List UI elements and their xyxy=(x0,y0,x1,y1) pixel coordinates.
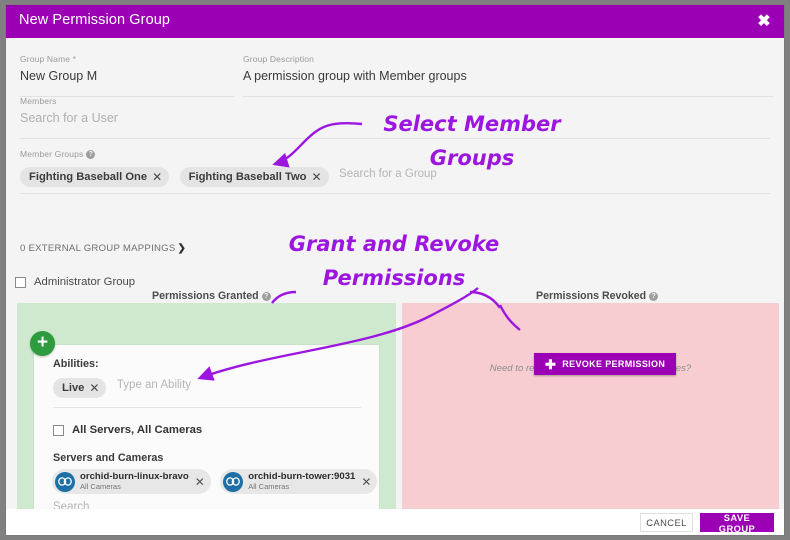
camera-server-icon xyxy=(55,471,75,492)
server-chip-name: orchid-burn-tower:9031 xyxy=(248,471,356,483)
administrator-group-checkbox[interactable] xyxy=(15,276,26,288)
question-mark-icon[interactable]: ? xyxy=(86,150,96,159)
group-description-label: Group Description xyxy=(243,54,315,64)
administrator-group-label: Administrator Group xyxy=(34,276,136,288)
all-servers-all-cameras-label: All Servers, All Cameras xyxy=(72,424,203,436)
administrator-group-row[interactable]: Administrator Group xyxy=(15,276,135,288)
servers-and-cameras-label: Servers and Cameras xyxy=(53,452,164,464)
server-chip-text: orchid-burn-tower:9031 All Cameras xyxy=(248,472,355,490)
revoke-permission-label: REVOKE PERMISSION xyxy=(562,359,666,369)
remove-chip-icon[interactable]: ✕ xyxy=(152,170,162,184)
abilities-label: Abilities: xyxy=(53,358,99,370)
members-field[interactable]: Members Search for a User xyxy=(20,96,770,125)
members-underline xyxy=(20,138,770,139)
camera-server-icon xyxy=(223,471,244,492)
members-label: Members xyxy=(20,96,57,106)
permissions-revoked-panel: Need to revoke access to cameras or feat… xyxy=(402,303,779,509)
server-chip[interactable]: orchid-burn-tower:9031 All Cameras ✕ xyxy=(220,469,378,494)
save-group-button[interactable]: SAVE GROUP xyxy=(700,512,774,534)
server-chip-text: orchid-burn-linux-bravo All Cameras xyxy=(80,472,189,490)
question-mark-icon[interactable]: ? xyxy=(649,292,659,301)
plus-icon: ✚ xyxy=(545,356,557,372)
server-chip-sub: All Cameras xyxy=(248,482,290,492)
close-icon[interactable]: ✖ xyxy=(754,13,774,31)
servers-chip-row: orchid-burn-linux-bravo All Cameras ✕ or… xyxy=(52,469,382,497)
all-servers-all-cameras-row[interactable]: All Servers, All Cameras xyxy=(53,424,202,436)
permissions-granted-heading: Permissions Granted? xyxy=(152,290,271,302)
member-group-chip-label: Fighting Baseball Two xyxy=(188,171,307,183)
remove-server-icon[interactable]: ✕ xyxy=(361,475,371,489)
ability-chip-label: Live xyxy=(62,382,85,394)
member-group-chip[interactable]: Fighting Baseball One ✕ xyxy=(20,167,170,187)
permission-card: Abilities: Live ✕ Type an Ability All Se… xyxy=(34,345,379,509)
remove-ability-icon[interactable]: ✕ xyxy=(89,381,99,395)
all-servers-all-cameras-checkbox[interactable] xyxy=(53,424,64,436)
abilities-chip-row: Live ✕ Type an Ability xyxy=(53,378,191,398)
dialog-footer: CANCEL SAVE GROUP xyxy=(6,509,784,535)
abilities-underline xyxy=(53,407,361,408)
server-chip-sub: All Cameras xyxy=(80,482,121,492)
member-groups-search-placeholder[interactable]: Search for a Group xyxy=(339,168,437,180)
group-name-field[interactable]: Group Name * New Group M xyxy=(20,54,235,83)
remove-chip-icon[interactable]: ✕ xyxy=(312,170,322,184)
permissions-granted-heading-text: Permissions Granted xyxy=(152,290,259,302)
chevron-right-icon: ❯ xyxy=(177,243,187,254)
servers-search-input[interactable]: Search xyxy=(53,501,89,509)
new-permission-group-dialog: New Permission Group ✖ Group Name * New … xyxy=(6,5,784,535)
external-group-mappings-label: 0 EXTERNAL GROUP MAPPINGS xyxy=(20,243,176,254)
ability-input-placeholder[interactable]: Type an Ability xyxy=(117,379,191,391)
dialog-title: New Permission Group xyxy=(19,12,171,28)
member-groups-chip-row: Fighting Baseball One ✕ Fighting Basebal… xyxy=(20,167,770,187)
member-groups-field: Member Groups? Fighting Baseball One ✕ F… xyxy=(20,149,770,187)
member-groups-underline xyxy=(20,193,770,194)
ability-chip[interactable]: Live ✕ xyxy=(53,378,107,398)
permissions-revoked-heading-text: Permissions Revoked xyxy=(536,290,647,302)
member-groups-label-text: Member Groups xyxy=(20,149,84,159)
external-group-mappings-toggle[interactable]: 0 EXTERNAL GROUP MAPPINGS ❯ xyxy=(20,243,186,254)
member-groups-label: Member Groups? xyxy=(20,149,770,159)
permissions-granted-panel: + Abilities: Live ✕ Type an Ability All … xyxy=(17,303,396,509)
plus-circle-icon[interactable]: + xyxy=(30,331,55,356)
group-name-value: New Group M xyxy=(20,69,98,83)
member-group-chip[interactable]: Fighting Baseball Two ✕ xyxy=(179,167,329,187)
question-mark-icon[interactable]: ? xyxy=(261,292,271,301)
cancel-button[interactable]: CANCEL xyxy=(640,513,693,532)
server-chip-name: orchid-burn-linux-bravo xyxy=(80,471,189,483)
revoke-permission-button[interactable]: ✚ REVOKE PERMISSION xyxy=(534,353,677,375)
dialog-titlebar: New Permission Group ✖ xyxy=(6,5,784,38)
screenshot-root: New Permission Group ✖ Group Name * New … xyxy=(0,0,790,540)
permissions-revoked-heading: Permissions Revoked? xyxy=(536,290,659,302)
member-group-chip-label: Fighting Baseball One xyxy=(29,171,148,183)
remove-server-icon[interactable]: ✕ xyxy=(195,475,205,489)
group-description-value: A permission group with Member groups xyxy=(243,69,467,83)
group-description-field[interactable]: Group Description A permission group wit… xyxy=(243,54,773,83)
members-input-placeholder[interactable]: Search for a User xyxy=(20,111,770,125)
group-name-label: Group Name * xyxy=(20,54,77,64)
server-chip[interactable]: orchid-burn-linux-bravo All Cameras ✕ xyxy=(52,469,211,494)
